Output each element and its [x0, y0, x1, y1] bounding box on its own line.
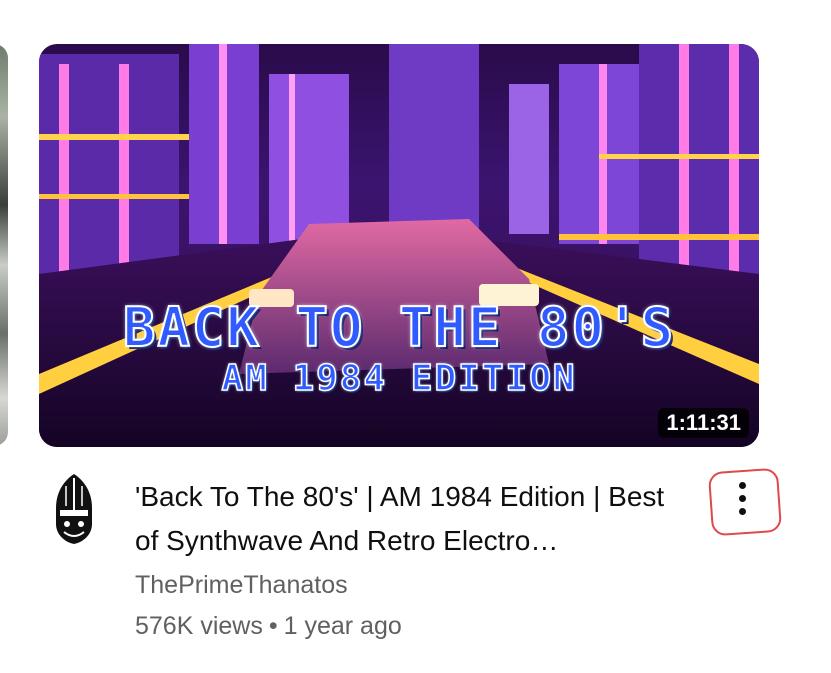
- video-thumbnail[interactable]: BACK TO THE 80'S AM 1984 EDITION 1:11:31: [39, 44, 759, 447]
- meta-separator: •: [268, 612, 278, 640]
- upload-age: 1 year ago: [283, 612, 402, 640]
- previous-video-thumbnail-edge[interactable]: [0, 44, 8, 446]
- helmet-avatar-icon: [56, 474, 92, 544]
- channel-avatar[interactable]: [52, 472, 96, 546]
- more-vert-icon: [739, 482, 747, 521]
- view-count: 576K views: [135, 612, 263, 640]
- video-title[interactable]: 'Back To The 80's' | AM 1984 Edition | B…: [135, 475, 695, 563]
- thumbnail-title-line2: AM 1984 EDITION: [221, 357, 577, 400]
- thumbnail-title-line1: BACK TO THE 80'S: [122, 295, 676, 360]
- more-options-button[interactable]: [707, 467, 783, 537]
- channel-name[interactable]: ThePrimeThanatos: [135, 571, 348, 600]
- video-meta: 576K views • 1 year ago: [135, 612, 402, 641]
- duration-badge: 1:11:31: [658, 408, 749, 438]
